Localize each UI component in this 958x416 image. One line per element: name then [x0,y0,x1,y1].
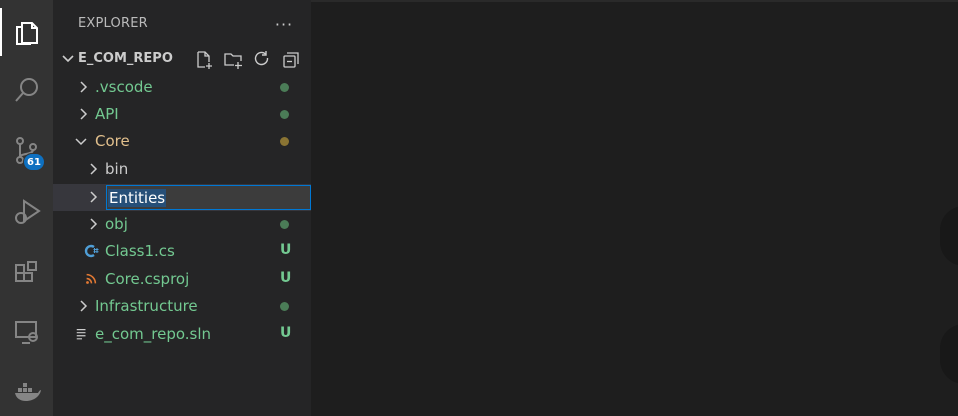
refresh-button[interactable] [251,49,273,71]
tree-item-entities[interactable]: Entities [53,184,311,211]
tree-item-label: .vscode [95,78,153,96]
tree-item-label: API [95,105,119,123]
editor-area [311,0,958,416]
editor-top-border [311,0,958,2]
rss-file-icon [83,271,99,287]
new-file-button[interactable] [193,49,215,71]
sidebar-title: EXPLORER [78,16,148,31]
more-actions-button[interactable]: ··· [271,11,297,37]
tree-item-core-csproj[interactable]: Core.csproj U [53,266,311,293]
tree-item-label: Core [95,132,130,150]
tree-item-label: obj [105,215,128,233]
status-badge: U [280,242,292,258]
tree-item-infrastructure[interactable]: Infrastructure [53,293,311,320]
explorer-activity-button[interactable] [0,8,53,56]
rename-input[interactable]: Entities [106,185,311,210]
status-badge: U [280,325,292,341]
activity-bar: 61 [0,0,53,416]
more-icon: ··· [274,14,294,34]
status-dot [280,302,289,311]
chevron-right-icon [90,163,98,175]
workspace-title: E_COM_REPO [78,51,173,66]
tree-item-label: Infrastructure [95,297,198,315]
chevron-down-icon [62,55,74,63]
source-control-badge: 61 [23,153,45,171]
chevron-down-icon [75,138,87,146]
new-file-icon [197,51,212,69]
tree-item-bin[interactable]: bin [53,156,311,183]
tree-item-label: Class1.cs [105,242,175,260]
chevron-right-icon [80,300,88,312]
docker-icon [14,383,41,401]
tree-item-vscode[interactable]: .vscode [53,74,311,101]
remote-explorer-activity-button[interactable] [0,308,53,356]
csharp-file-icon [83,243,99,259]
status-dot [280,220,289,229]
tree-item-class1[interactable]: Class1.cs U [53,238,311,265]
status-dot [280,137,289,146]
status-badge: U [280,270,292,286]
chevron-right-icon [80,81,88,93]
tree-item-obj[interactable]: obj [53,211,311,238]
status-dot [280,110,289,119]
rename-input-value: Entities [108,189,167,207]
search-activity-button[interactable] [0,66,53,114]
new-folder-button[interactable] [222,49,244,71]
run-debug-icon [14,199,41,224]
chevron-right-icon [90,218,98,230]
search-icon [14,78,38,102]
tree-item-label: bin [105,160,129,178]
tree-item-sln[interactable]: e_com_repo.sln U [53,321,311,348]
tree-item-label: e_com_repo.sln [95,325,212,343]
tree-item-api[interactable]: API [53,101,311,128]
tree-item-core[interactable]: Core [53,128,311,155]
extensions-icon [14,261,37,282]
new-folder-icon [224,53,242,69]
status-dot [280,83,289,92]
extensions-activity-button[interactable] [0,250,53,298]
tree-item-label: Core.csproj [105,270,190,288]
chevron-right-icon [90,191,98,203]
refresh-icon [254,51,269,66]
run-debug-activity-button[interactable] [0,188,53,236]
collapse-all-button[interactable] [280,49,302,71]
sidebar-header: EXPLORER ··· [53,0,311,46]
collapse-all-icon [283,52,299,68]
explorer-icon [15,22,38,45]
explorer-sidebar: EXPLORER ··· E_COM_REPO .vscode API Core… [53,0,311,416]
docker-activity-button[interactable] [0,368,53,416]
text-file-icon [74,326,90,342]
chevron-right-icon [80,108,88,120]
workspace-section-header[interactable]: E_COM_REPO [53,46,311,73]
remote-explorer-icon [14,321,38,344]
